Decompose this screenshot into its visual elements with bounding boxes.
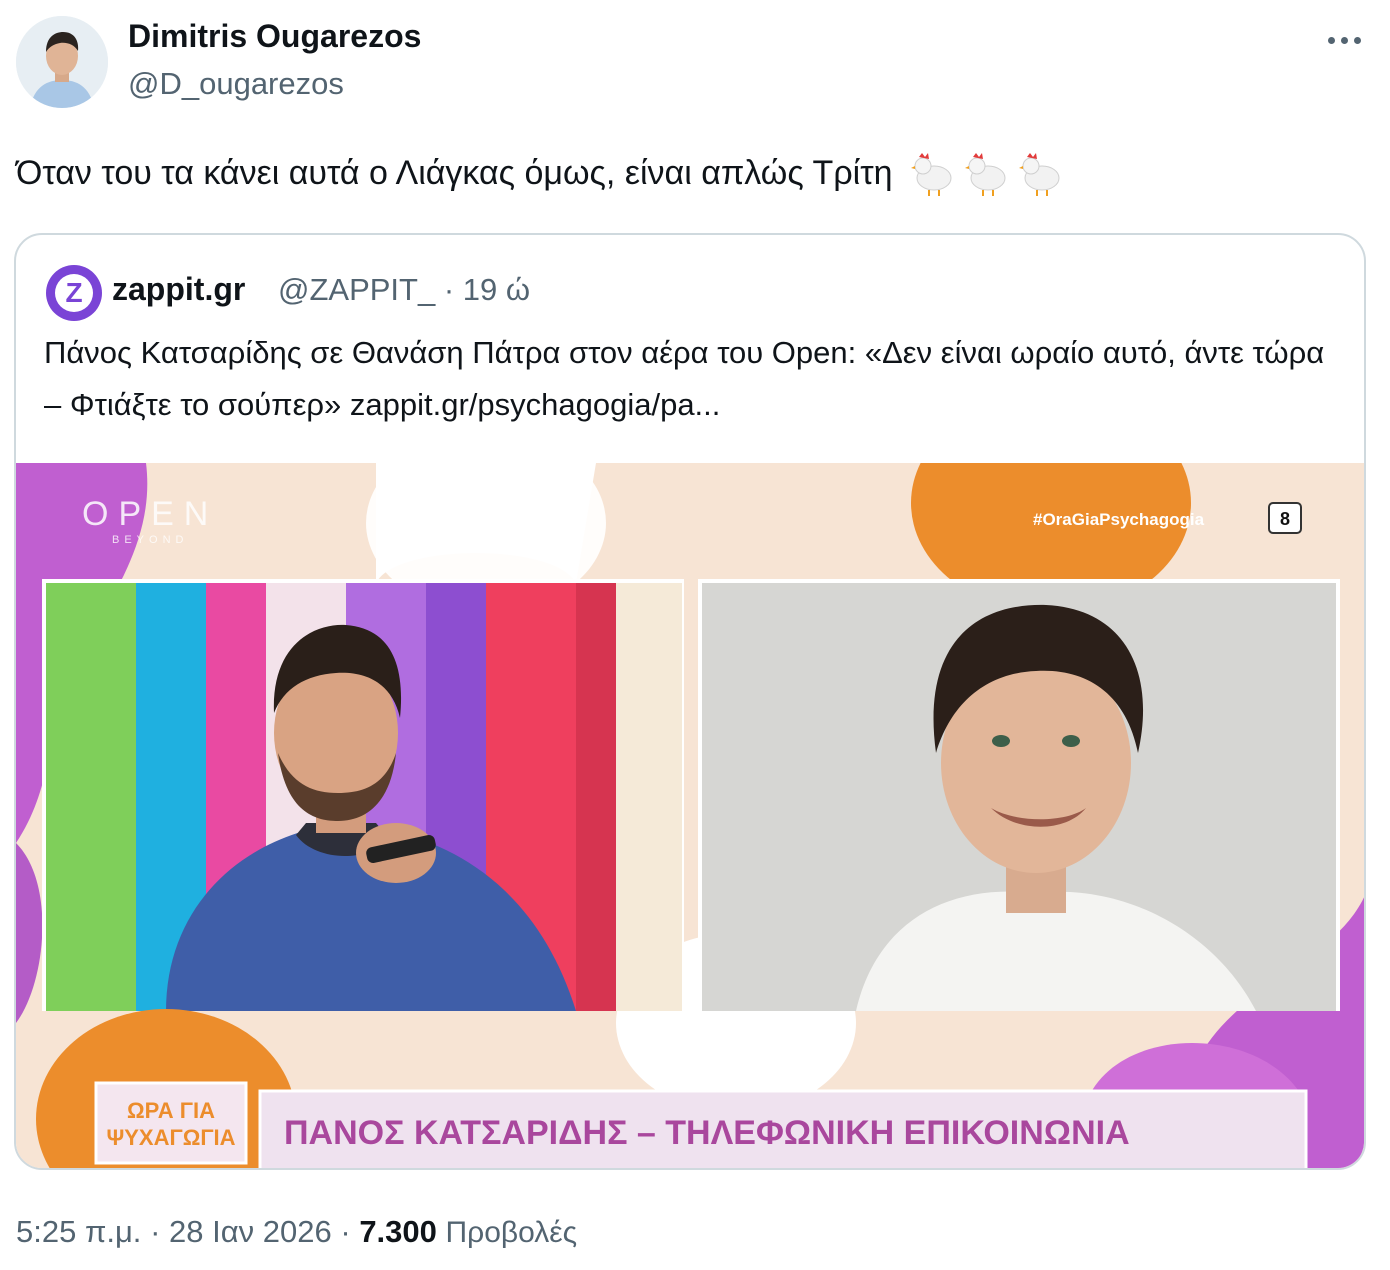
quoted-tweet-image[interactable]: OPEN BEYOND #OraGiaPsychagogia 8 ΩΡΑ ΓΙΑ… (16, 463, 1364, 1168)
meta-separator: · (340, 1214, 351, 1249)
quoted-tweet-card[interactable]: Z zappit.gr @ZAPPIT_ · 19 ώ Πάνος Κατσαρ… (14, 233, 1366, 1170)
open-channel-logo: OPEN (82, 495, 218, 533)
age-rating-badge: 8 (1280, 509, 1290, 529)
more-dots-icon (1327, 36, 1335, 44)
more-options-button[interactable] (1318, 22, 1370, 58)
tweet-date[interactable]: 28 Ιαν 2026 (169, 1214, 332, 1249)
profile-photo-icon (16, 16, 108, 108)
author-handle[interactable]: @D_ougarezos (128, 66, 344, 102)
quoted-author-handle-time[interactable]: @ZAPPIT_ · 19 ώ (278, 272, 530, 308)
chicken-emoji-icon (1018, 153, 1060, 196)
right-guest-photo (698, 579, 1340, 1011)
author-avatar[interactable] (16, 16, 108, 108)
quoted-tweet-text: Πάνος Κατσαρίδης σε Θανάση Πάτρα στον αέ… (44, 335, 1325, 422)
tweet-time[interactable]: 5:25 π.μ. (16, 1214, 141, 1249)
broadcast-screenshot: OPEN BEYOND #OraGiaPsychagogia 8 ΩΡΑ ΓΙΑ… (16, 463, 1364, 1168)
zappit-logo-icon: Z (55, 274, 93, 312)
lower-third-caption: ΠΑΝΟΣ ΚΑΤΣΑΡΙΔΗΣ – ΤΗΛΕΦΩΝΙΚΗ ΕΠΙΚΟΙΝΩΝΙ… (284, 1114, 1130, 1152)
show-logo-line2: ΨΥΧΑΓΩΓΙΑ (106, 1125, 235, 1150)
hashtag-overlay: #OraGiaPsychagogia (1033, 510, 1205, 529)
quoted-author-name[interactable]: zappit.gr (112, 271, 245, 308)
chicken-emoji-icon (910, 153, 952, 196)
left-video-panel (42, 579, 684, 1011)
meta-separator: · (150, 1214, 161, 1249)
zappit-avatar[interactable]: Z (46, 265, 102, 321)
tweet-text: Όταν του τα κάνει αυτά ο Λιάγκας όμως, ε… (16, 148, 1067, 198)
author-name[interactable]: Dimitris Ougarezos (128, 18, 421, 55)
views-label: Προβολές (445, 1216, 578, 1249)
tweet-meta: 5:25 π.μ. · 28 Ιαν 2026 · 7.300 Προβολές (16, 1214, 577, 1250)
open-channel-tagline: BEYOND (112, 534, 188, 546)
chicken-emoji-icon (964, 153, 1006, 196)
tweet-text-content: Όταν του τα κάνει αυτά ο Λιάγκας όμως, ε… (16, 154, 893, 192)
views-count: 7.300 (359, 1214, 437, 1249)
show-logo-line1: ΩΡΑ ΓΙΑ (127, 1098, 215, 1123)
